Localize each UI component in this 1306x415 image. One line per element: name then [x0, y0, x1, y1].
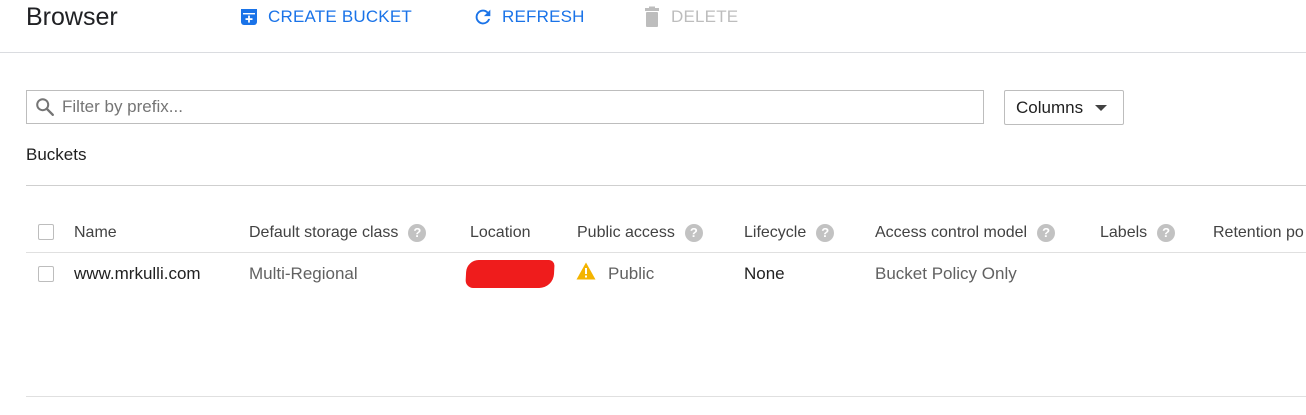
create-bucket-button[interactable]: CREATE BUCKET — [238, 4, 412, 30]
row-checkbox[interactable] — [38, 266, 54, 282]
help-icon[interactable]: ? — [408, 224, 427, 242]
column-header-label: Labels — [1100, 224, 1148, 241]
column-header-labels[interactable]: Labels ? — [1100, 224, 1176, 242]
trash-icon — [641, 6, 663, 28]
column-header-label: Access control model — [875, 224, 1028, 241]
search-icon — [34, 96, 56, 118]
storage-class-value: Multi-Regional — [249, 264, 358, 283]
filter-box — [26, 90, 984, 124]
column-header-label: Public access — [577, 224, 675, 241]
divider — [26, 396, 1306, 397]
columns-label: Columns — [1016, 97, 1084, 117]
select-all-checkbox[interactable] — [38, 224, 54, 240]
storage-browser-page: Browser CREATE BUCKET REFRESH DELETE Fil… — [0, 0, 1306, 415]
warning-icon — [576, 262, 596, 285]
access-control-value: Bucket Policy Only — [875, 264, 1017, 283]
column-header-name[interactable]: Name — [74, 224, 117, 242]
columns-dropdown[interactable]: Columns — [1004, 90, 1124, 125]
table-row[interactable]: www.mrkulli.com Multi-Regional Public No… — [26, 254, 1306, 294]
refresh-label: REFRESH — [502, 7, 585, 26]
divider — [26, 185, 1306, 186]
refresh-button[interactable]: REFRESH — [472, 4, 585, 30]
help-icon[interactable]: ? — [1157, 224, 1176, 242]
column-header-retention[interactable]: Retention po — [1213, 224, 1304, 242]
section-heading: Buckets — [26, 145, 87, 164]
column-header-label: Default storage class — [249, 224, 399, 241]
column-header-location[interactable]: Location — [470, 224, 531, 242]
column-header-label: Retention po — [1213, 224, 1304, 241]
column-header-access-control[interactable]: Access control model ? — [875, 224, 1056, 242]
public-access-cell: Public — [576, 262, 654, 285]
create-bucket-label: CREATE BUCKET — [268, 7, 412, 26]
delete-button[interactable]: DELETE — [641, 4, 738, 30]
create-bucket-icon — [238, 6, 260, 28]
redacted-location — [465, 260, 555, 288]
page-title: Browser — [26, 3, 118, 31]
help-icon[interactable]: ? — [684, 224, 703, 242]
column-header-lifecycle[interactable]: Lifecycle ? — [744, 224, 835, 242]
filter-input[interactable] — [62, 93, 983, 121]
table-header: Name Default storage class ? Location Pu… — [26, 218, 1306, 253]
column-header-label: Name — [74, 224, 117, 241]
column-header-storage-class[interactable]: Default storage class ? — [249, 224, 427, 242]
refresh-icon — [472, 6, 494, 28]
column-header-label: Location — [470, 224, 531, 241]
delete-label: DELETE — [671, 7, 739, 26]
column-header-label: Lifecycle — [744, 224, 807, 241]
chevron-down-icon — [1095, 104, 1108, 111]
bucket-name-link[interactable]: www.mrkulli.com — [74, 264, 201, 284]
public-access-value: Public — [608, 263, 655, 283]
header: Browser CREATE BUCKET REFRESH DELETE — [0, 0, 1306, 53]
help-icon[interactable]: ? — [816, 224, 835, 242]
column-header-public-access[interactable]: Public access ? — [577, 224, 703, 242]
help-icon[interactable]: ? — [1037, 224, 1056, 242]
lifecycle-value: None — [744, 264, 785, 283]
